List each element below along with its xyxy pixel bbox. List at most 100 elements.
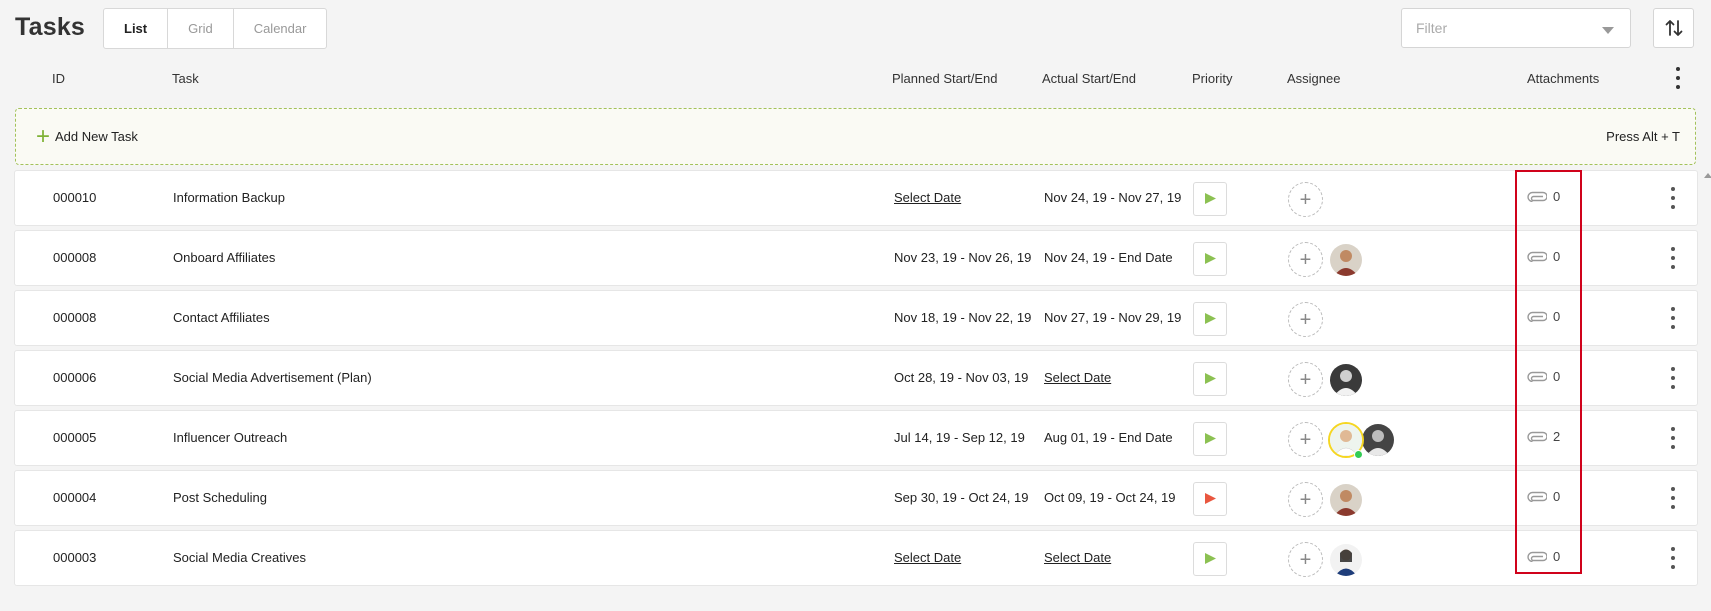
add-assignee-button[interactable]: + <box>1288 422 1323 457</box>
flag-green-icon <box>1205 553 1216 564</box>
row-menu-button[interactable] <box>1667 247 1679 269</box>
priority-button[interactable] <box>1193 302 1227 336</box>
attachments-cell[interactable]: 0 <box>1527 249 1560 264</box>
view-tabs: List Grid Calendar <box>103 8 328 49</box>
attachment-count: 0 <box>1553 309 1561 324</box>
actual-date[interactable]: Nov 24, 19 - End Date <box>1044 250 1173 265</box>
add-assignee-button[interactable]: + <box>1288 362 1323 397</box>
add-assignee-button[interactable]: + <box>1288 182 1323 217</box>
flag-green-icon <box>1205 433 1216 444</box>
task-name[interactable]: Onboard Affiliates <box>173 250 275 265</box>
column-planned[interactable]: Planned Start/End <box>892 71 998 86</box>
sort-icon <box>1665 20 1682 36</box>
actual-date[interactable]: Aug 01, 19 - End Date <box>1044 430 1173 445</box>
column-menu-button[interactable] <box>1671 67 1685 89</box>
scroll-up-icon[interactable] <box>1704 173 1711 178</box>
add-new-task-bar[interactable]: + Add New Task Press Alt + T <box>15 108 1696 165</box>
attachments-cell[interactable]: 0 <box>1527 309 1560 324</box>
actual-date-select[interactable]: Select Date <box>1044 370 1111 385</box>
actual-date[interactable]: Nov 24, 19 - Nov 27, 19 <box>1044 190 1181 205</box>
row-menu-button[interactable] <box>1667 367 1679 389</box>
dot-icon <box>1671 427 1675 431</box>
row-menu-button[interactable] <box>1667 547 1679 569</box>
flag-green-icon <box>1205 253 1216 264</box>
task-name[interactable]: Post Scheduling <box>173 490 267 505</box>
task-name[interactable]: Influencer Outreach <box>173 430 287 445</box>
priority-button[interactable] <box>1193 422 1227 456</box>
table-row[interactable]: 000004 Post Scheduling Sep 30, 19 - Oct … <box>14 470 1698 526</box>
actual-date[interactable]: Oct 09, 19 - Oct 24, 19 <box>1044 490 1176 505</box>
avatar[interactable] <box>1328 482 1364 518</box>
priority-button[interactable] <box>1193 242 1227 276</box>
table-row[interactable]: 000008 Contact Affiliates Nov 18, 19 - N… <box>14 290 1698 346</box>
add-assignee-button[interactable]: + <box>1288 302 1323 337</box>
attachments-cell[interactable]: 0 <box>1527 489 1560 504</box>
table-row[interactable]: 000006 Social Media Advertisement (Plan)… <box>14 350 1698 406</box>
table-row[interactable]: 000003 Social Media Creatives Select Dat… <box>14 530 1698 586</box>
actual-date-select[interactable]: Select Date <box>1044 550 1111 565</box>
online-status-badge <box>1354 450 1363 459</box>
table-row[interactable]: 000005 Influencer Outreach Jul 14, 19 - … <box>14 410 1698 466</box>
tab-list[interactable]: List <box>104 9 169 48</box>
avatar[interactable] <box>1328 242 1364 278</box>
add-assignee-button[interactable]: + <box>1288 542 1323 577</box>
task-name[interactable]: Social Media Creatives <box>173 550 306 565</box>
planned-date[interactable]: Sep 30, 19 - Oct 24, 19 <box>894 490 1028 505</box>
column-id[interactable]: ID <box>52 71 65 86</box>
task-name[interactable]: Social Media Advertisement (Plan) <box>173 370 372 385</box>
add-assignee-button[interactable]: + <box>1288 482 1323 517</box>
task-name[interactable]: Contact Affiliates <box>173 310 270 325</box>
dot-icon <box>1671 505 1675 509</box>
planned-date-select[interactable]: Select Date <box>894 550 961 565</box>
attachments-cell[interactable]: 0 <box>1527 549 1560 564</box>
priority-button[interactable] <box>1193 182 1227 216</box>
priority-button[interactable] <box>1193 362 1227 396</box>
table-row[interactable]: 000010 Information Backup Select Date No… <box>14 170 1698 226</box>
attachment-count: 0 <box>1553 549 1561 564</box>
sort-button[interactable] <box>1653 8 1694 48</box>
column-task[interactable]: Task <box>172 71 199 86</box>
column-attachments[interactable]: Attachments <box>1527 71 1599 86</box>
avatar[interactable] <box>1360 422 1396 458</box>
table-header: ID Task Planned Start/End Actual Start/E… <box>15 62 1696 96</box>
dot-icon <box>1676 67 1680 71</box>
paperclip-icon <box>1527 311 1547 322</box>
avatar[interactable] <box>1328 542 1364 578</box>
paperclip-icon <box>1527 431 1547 442</box>
row-menu-button[interactable] <box>1667 307 1679 329</box>
row-menu-button[interactable] <box>1667 487 1679 509</box>
filter-dropdown[interactable] <box>1401 8 1631 48</box>
attachments-cell[interactable]: 0 <box>1527 189 1560 204</box>
table-row[interactable]: 000008 Onboard Affiliates Nov 23, 19 - N… <box>14 230 1698 286</box>
filter-input[interactable] <box>1402 9 1592 47</box>
tab-calendar[interactable]: Calendar <box>234 9 327 48</box>
column-assignee[interactable]: Assignee <box>1287 71 1340 86</box>
avatar[interactable] <box>1328 362 1364 398</box>
dot-icon <box>1671 547 1675 551</box>
task-name[interactable]: Information Backup <box>173 190 285 205</box>
actual-date[interactable]: Nov 27, 19 - Nov 29, 19 <box>1044 310 1181 325</box>
planned-date[interactable]: Nov 23, 19 - Nov 26, 19 <box>894 250 1031 265</box>
attachments-cell[interactable]: 0 <box>1527 369 1560 384</box>
add-assignee-button[interactable]: + <box>1288 242 1323 277</box>
dot-icon <box>1671 205 1675 209</box>
planned-date[interactable]: Oct 28, 19 - Nov 03, 19 <box>894 370 1028 385</box>
attachments-cell[interactable]: 2 <box>1527 429 1560 444</box>
flag-green-icon <box>1205 313 1216 324</box>
priority-button[interactable] <box>1193 482 1227 516</box>
tab-grid[interactable]: Grid <box>168 9 234 48</box>
flag-green-icon <box>1205 193 1216 204</box>
planned-date[interactable]: Nov 18, 19 - Nov 22, 19 <box>894 310 1031 325</box>
paperclip-icon <box>1527 191 1547 202</box>
column-actual[interactable]: Actual Start/End <box>1042 71 1136 86</box>
row-menu-button[interactable] <box>1667 187 1679 209</box>
dot-icon <box>1671 316 1675 320</box>
row-menu-button[interactable] <box>1667 427 1679 449</box>
column-priority[interactable]: Priority <box>1192 71 1232 86</box>
planned-date-select[interactable]: Select Date <box>894 190 961 205</box>
person-icon <box>1330 364 1362 396</box>
chevron-down-icon[interactable] <box>1602 27 1614 34</box>
priority-button[interactable] <box>1193 542 1227 576</box>
planned-date[interactable]: Jul 14, 19 - Sep 12, 19 <box>894 430 1025 445</box>
attachment-count: 0 <box>1553 369 1561 384</box>
